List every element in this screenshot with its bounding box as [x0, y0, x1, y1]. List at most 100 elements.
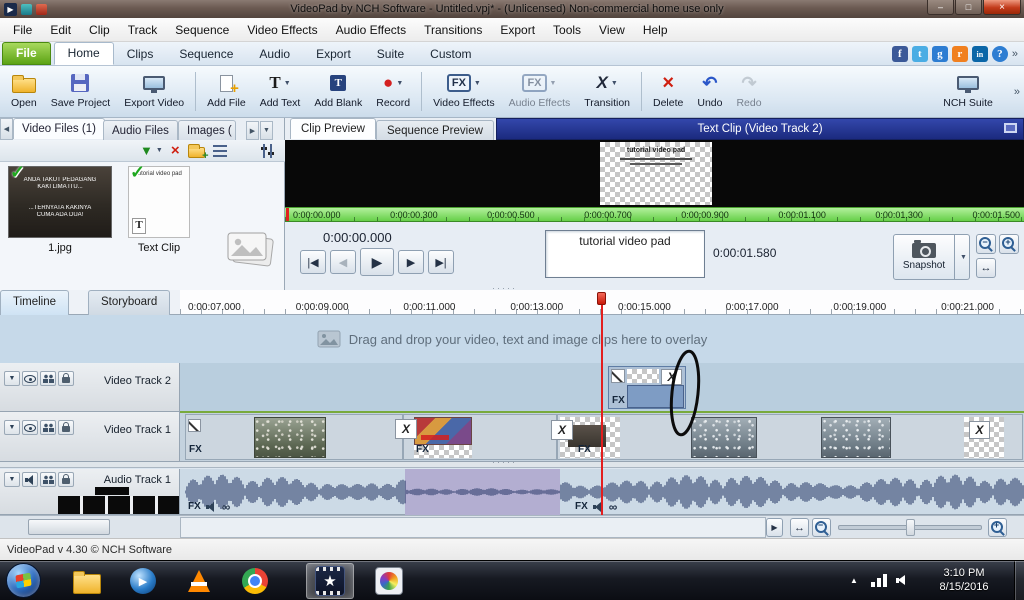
menu-file[interactable]: File	[4, 19, 41, 41]
clip-fx-button[interactable]: FX	[416, 444, 429, 455]
track-visibility-button[interactable]	[22, 420, 38, 435]
ribbon-tab-audio[interactable]: Audio	[246, 44, 303, 65]
linkedin-icon[interactable]: in	[971, 46, 988, 62]
clip-fx-button[interactable]: FX	[188, 501, 201, 512]
snapshot-button[interactable]: Snapshot	[893, 234, 955, 280]
timeline-scrollbar-track[interactable]	[180, 517, 766, 538]
fade-icon[interactable]	[611, 369, 625, 383]
track-menu-button[interactable]: ▼	[4, 420, 20, 435]
track-motion-button[interactable]	[40, 420, 56, 435]
track-motion-button[interactable]	[40, 472, 56, 487]
save-project-button[interactable]: Save Project	[44, 68, 118, 115]
minimize-button[interactable]: –	[927, 0, 954, 15]
show-desktop-button[interactable]	[1014, 561, 1024, 600]
menu-help[interactable]: Help	[634, 19, 677, 41]
media-options-button[interactable]	[260, 142, 275, 160]
playhead-line[interactable]	[601, 292, 603, 515]
menu-track[interactable]: Track	[119, 19, 167, 41]
maximize-button[interactable]: □	[955, 0, 982, 15]
transition-icon[interactable]: X	[395, 419, 417, 439]
ribbon-tab-clips[interactable]: Clips	[114, 44, 167, 65]
go-to-start-button[interactable]: |◀	[300, 250, 326, 274]
clip-fx-button[interactable]: FX	[575, 501, 588, 512]
track-divider[interactable]: ·····	[0, 457, 1024, 468]
redo-button[interactable]: ↷ Redo	[729, 68, 768, 115]
clip-fx-button[interactable]: FX	[578, 444, 591, 455]
video-clip-3[interactable]: FX X	[557, 414, 1023, 460]
window-titlebar[interactable]: VideoPad by NCH Software - Untitled.vpj*…	[0, 0, 1024, 18]
ribbon-tab-suite[interactable]: Suite	[364, 44, 417, 65]
more-chevron-icon[interactable]: »	[1012, 48, 1018, 60]
share-icon[interactable]: g	[931, 46, 948, 62]
track-visibility-button[interactable]	[22, 371, 38, 386]
detach-preview-icon[interactable]	[1004, 123, 1017, 133]
snapshot-dropdown-button[interactable]: ▼	[955, 234, 970, 280]
tab-audio-files[interactable]: Audio Files	[103, 120, 178, 141]
taskbar-explorer-button[interactable]	[66, 564, 108, 598]
text-overlay-input[interactable]: tutorial video pad	[545, 230, 705, 278]
start-button[interactable]	[6, 563, 41, 598]
remove-media-button[interactable]: ×	[171, 142, 180, 160]
ribbon-tab-home[interactable]: Home	[53, 42, 114, 65]
play-button[interactable]: ▶	[360, 248, 394, 276]
add-to-sequence-button[interactable]: ▼ ▼	[140, 142, 163, 160]
audio-effects-button[interactable]: FX ▼ Audio Effects	[502, 68, 578, 115]
timeline-zoom-slider-thumb[interactable]	[906, 519, 915, 536]
preview-playhead-marker[interactable]	[286, 208, 289, 221]
step-forward-button[interactable]: ▶	[398, 250, 424, 274]
quicklaunch-icon-1[interactable]	[21, 3, 32, 15]
link-icon[interactable]: ∞	[222, 501, 231, 513]
taskbar-videopad-suite-button[interactable]	[368, 564, 410, 598]
list-view-button[interactable]	[212, 142, 227, 160]
ribbon-tab-export[interactable]: Export	[303, 44, 364, 65]
track-menu-button[interactable]: ▼	[4, 472, 20, 487]
taskbar-chrome-button[interactable]	[234, 564, 276, 598]
fit-timeline-button[interactable]: ↔	[790, 518, 809, 537]
menu-export[interactable]: Export	[491, 19, 544, 41]
clip-fx-button[interactable]: FX	[612, 395, 625, 406]
transition-button[interactable]: X ▼ Transition	[577, 68, 637, 115]
close-button[interactable]: ×	[983, 0, 1021, 15]
menu-edit[interactable]: Edit	[41, 19, 80, 41]
timeline-zoom-out-button[interactable]: −	[812, 518, 831, 537]
menu-video-effects[interactable]: Video Effects	[238, 19, 326, 41]
fade-icon[interactable]	[188, 419, 201, 432]
zoom-in-button[interactable]: +	[999, 234, 1019, 254]
menu-sequence[interactable]: Sequence	[166, 19, 238, 41]
add-text-button[interactable]: T ▼ Add Text	[253, 68, 308, 115]
dropdown-arrow-icon[interactable]: ▼	[156, 147, 163, 154]
menu-clip[interactable]: Clip	[80, 19, 119, 41]
tab-sequence-preview[interactable]: Sequence Preview	[376, 120, 494, 141]
video-effects-button[interactable]: FX ▼ Video Effects	[426, 68, 502, 115]
export-video-button[interactable]: Export Video	[117, 68, 191, 115]
tab-clip-preview[interactable]: Clip Preview	[290, 118, 376, 139]
track-lock-button[interactable]	[58, 420, 74, 435]
track-lock-button[interactable]	[58, 371, 74, 386]
scroll-right-button[interactable]: ▶	[766, 518, 783, 537]
speaker-icon[interactable]	[205, 501, 217, 512]
delete-button[interactable]: × Delete	[646, 68, 690, 115]
taskbar-videopad-active-button[interactable]: ★	[306, 563, 354, 599]
transition-icon[interactable]: X	[969, 421, 990, 439]
track-motion-button[interactable]	[40, 371, 56, 386]
link-icon[interactable]: ∞	[609, 501, 618, 513]
ribbon-tab-custom[interactable]: Custom	[417, 44, 484, 65]
go-to-end-button[interactable]: ▶|	[428, 250, 454, 274]
help-icon[interactable]: ?	[991, 46, 1008, 62]
track-mute-button[interactable]	[22, 472, 38, 487]
toolbar-overflow-chevron[interactable]: »	[1014, 86, 1020, 98]
fit-width-button[interactable]: ↔	[976, 258, 996, 278]
tray-show-hidden-icons-button[interactable]: ▲	[846, 572, 862, 588]
ribbon-tab-file[interactable]: File	[2, 42, 51, 65]
transition-icon[interactable]: X	[551, 420, 573, 440]
facebook-icon[interactable]: f	[891, 46, 908, 62]
undo-button[interactable]: ↶ Undo	[690, 68, 729, 115]
twitter-icon[interactable]: t	[911, 46, 928, 62]
track-header-scrollbar-thumb[interactable]	[28, 519, 110, 535]
menu-tools[interactable]: Tools	[544, 19, 590, 41]
record-button[interactable]: ● ▼ Record	[369, 68, 417, 115]
rss-icon[interactable]: r	[951, 46, 968, 62]
video-clip-1[interactable]: FX	[185, 414, 403, 460]
taskbar-media-player-button[interactable]: ▶	[122, 564, 164, 598]
preview-timeline-ruler[interactable]: 0:00:00.000 0:00:00.300 0:00:00.500 0:00…	[285, 207, 1024, 222]
